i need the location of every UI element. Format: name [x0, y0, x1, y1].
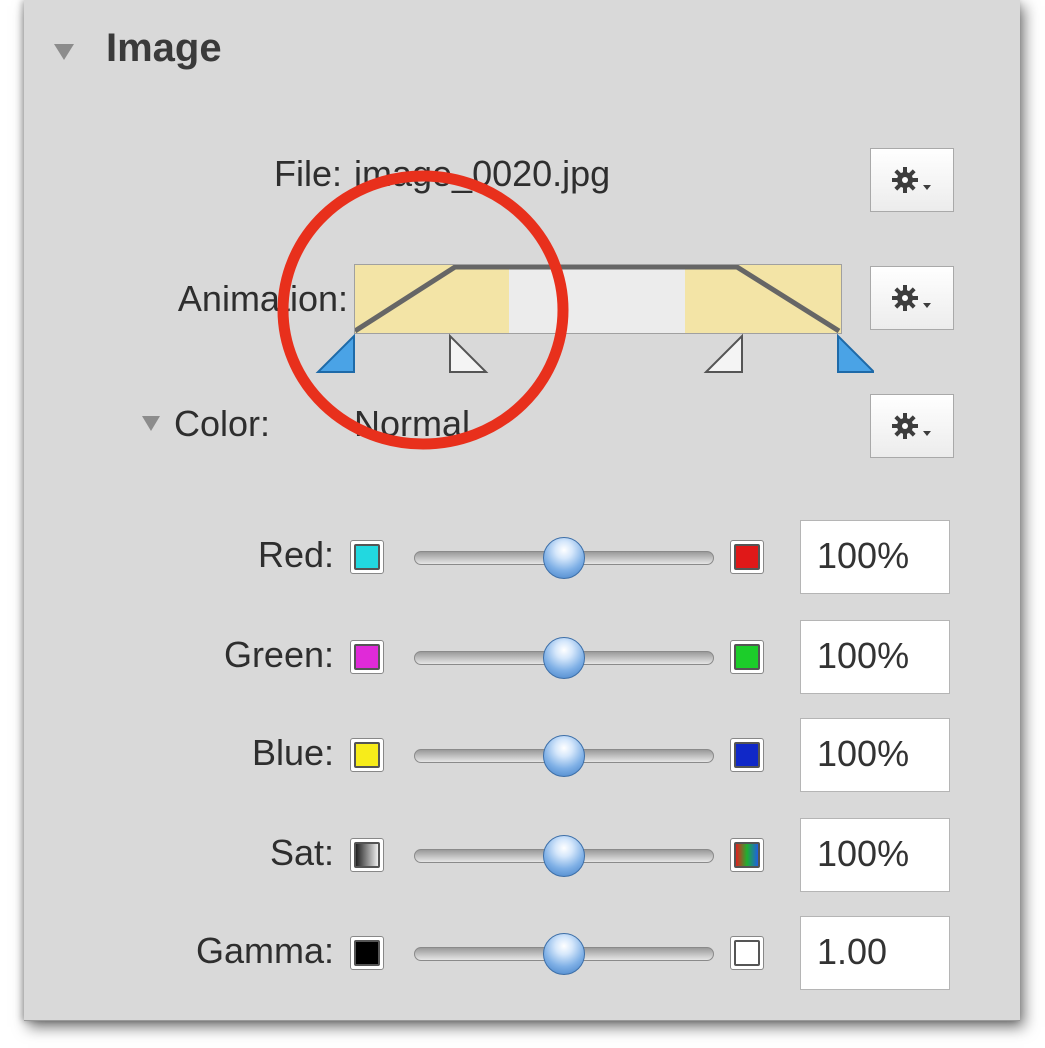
slider-knob[interactable]: [543, 637, 585, 679]
keyframe-end-marker: [837, 333, 874, 373]
color-gear-button[interactable]: [870, 394, 954, 458]
color-label: Color:: [174, 403, 271, 444]
slider-value-field[interactable]: 100%: [800, 818, 950, 892]
min-color-swatch-icon: [350, 838, 384, 872]
slider-value-field[interactable]: 100%: [800, 620, 950, 694]
file-gear-button[interactable]: [870, 148, 954, 212]
max-color-swatch-icon: [730, 838, 764, 872]
slider-knob[interactable]: [543, 735, 585, 777]
max-color-swatch-icon: [730, 738, 764, 772]
keyframe-fade-out-marker: [703, 333, 743, 373]
slider-knob[interactable]: [543, 537, 585, 579]
slider-label: Blue:: [251, 732, 334, 773]
gear-icon: [892, 285, 931, 311]
max-color-swatch-icon: [730, 640, 764, 674]
color-disclosure-triangle-icon[interactable]: [142, 416, 160, 431]
slider-value-field[interactable]: 100%: [800, 718, 950, 792]
image-inspector-panel: Image File: image_0020.jpg Animation: Co…: [24, 0, 1020, 1021]
slider-knob[interactable]: [543, 933, 585, 975]
min-color-swatch-icon: [350, 540, 384, 574]
gear-icon: [892, 167, 931, 193]
gear-icon: [892, 413, 931, 439]
highlight-circle-annotation: [277, 170, 569, 450]
slider-label: Green:: [223, 634, 334, 675]
slider-label: Red:: [257, 534, 334, 575]
max-color-swatch-icon: [730, 936, 764, 970]
slider-value-field[interactable]: 1.00: [800, 916, 950, 990]
min-color-swatch-icon: [350, 738, 384, 772]
slider-value-field[interactable]: 100%: [800, 520, 950, 594]
disclosure-triangle-icon[interactable]: [54, 44, 74, 60]
slider-knob[interactable]: [543, 835, 585, 877]
slider-label: Sat:: [269, 832, 334, 873]
section-title: Image: [106, 26, 222, 70]
slider-label: Gamma:: [195, 930, 334, 971]
animation-gear-button[interactable]: [870, 266, 954, 330]
min-color-swatch-icon: [350, 640, 384, 674]
max-color-swatch-icon: [730, 540, 764, 574]
min-color-swatch-icon: [350, 936, 384, 970]
